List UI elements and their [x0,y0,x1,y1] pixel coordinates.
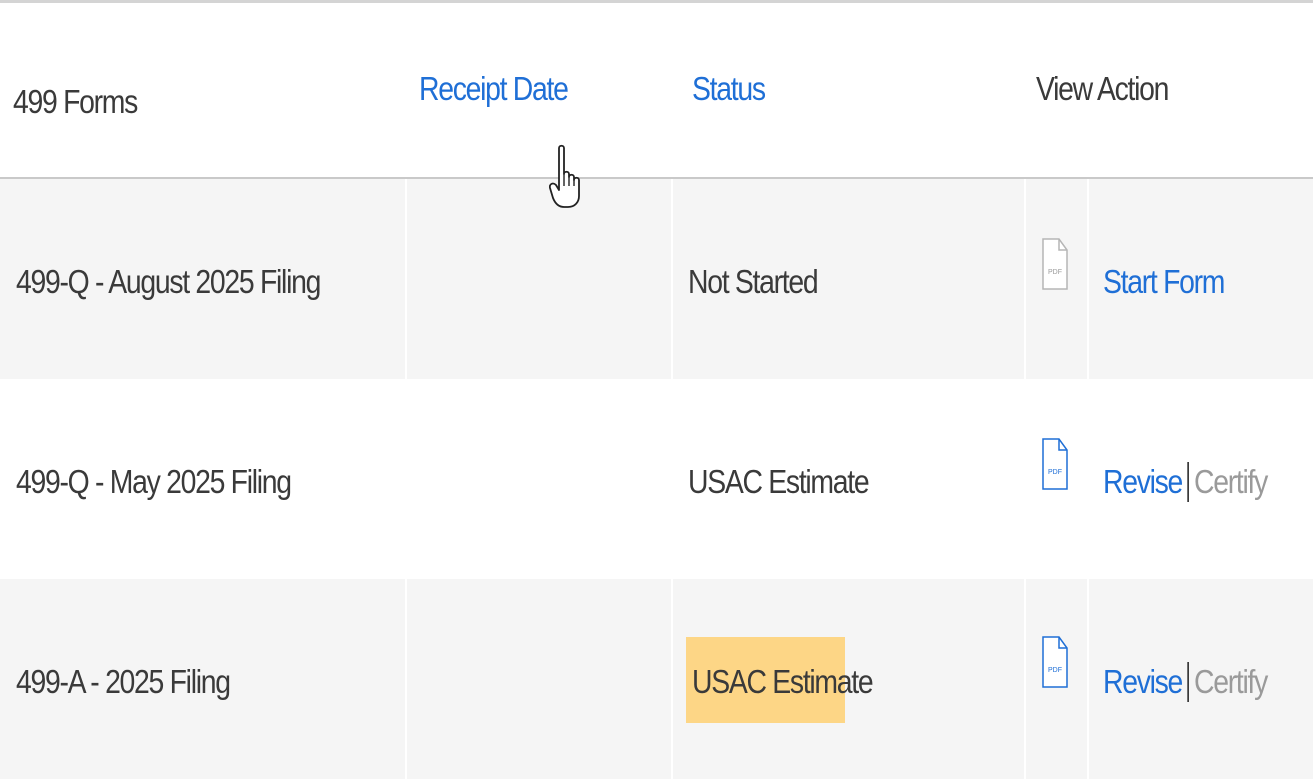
table-row: 499-Q - August 2025 Filing Not Started P… [0,179,1313,379]
forms-table: 499 Forms Receipt Date Status View Actio… [0,0,1313,779]
certify-link-disabled: Certify [1194,463,1268,500]
column-divider [1024,579,1026,779]
column-header-status-sort[interactable]: Status [692,70,766,108]
column-divider [1024,179,1026,379]
column-header-forms: 499 Forms [13,83,138,120]
form-name: 499-Q - May 2025 Filing [16,463,292,500]
column-divider [1087,179,1089,379]
column-divider [405,579,407,779]
column-header-action: Action [1097,70,1169,107]
certify-link-disabled: Certify [1194,663,1268,700]
action-separator [1187,462,1189,503]
pdf-icon-label: PDF [1048,667,1062,674]
action-separator [1187,662,1189,703]
column-header-view: View [1036,70,1093,107]
table-header: 499 Forms Receipt Date Status View Actio… [0,3,1313,179]
column-header-receipt-date-sort[interactable]: Receipt Date [419,70,569,108]
pdf-file-icon[interactable]: PDF [1042,636,1068,688]
form-status: Not Started [688,263,819,300]
table-row: 499-A - 2025 Filing USAC Estimate Revise… [0,579,1313,779]
column-divider [671,579,673,779]
pdf-file-icon[interactable]: PDF [1042,438,1068,490]
pdf-file-icon[interactable]: PDF [1042,238,1068,290]
revise-link[interactable]: Revise [1103,663,1183,700]
hand-pointer-cursor-icon [549,144,580,208]
column-divider [1087,579,1089,779]
column-divider [405,179,407,379]
action-cell: Revise Certify [1103,662,1268,704]
form-status: USAC Estimate [688,463,870,500]
revise-link[interactable]: Revise [1103,463,1183,500]
start-form-link[interactable]: Start Form [1103,263,1225,300]
action-cell: Revise Certify [1103,462,1268,504]
column-divider [671,179,673,379]
pdf-icon-label: PDF [1048,469,1062,476]
form-name: 499-A - 2025 Filing [16,663,231,700]
form-name: 499-Q - August 2025 Filing [16,263,321,300]
pdf-icon-label: PDF [1048,269,1062,276]
table-row: 499-Q - May 2025 Filing USAC Estimate Re… [0,379,1313,579]
action-cell: Start Form [1103,263,1225,301]
form-status: USAC Estimate [692,663,874,700]
